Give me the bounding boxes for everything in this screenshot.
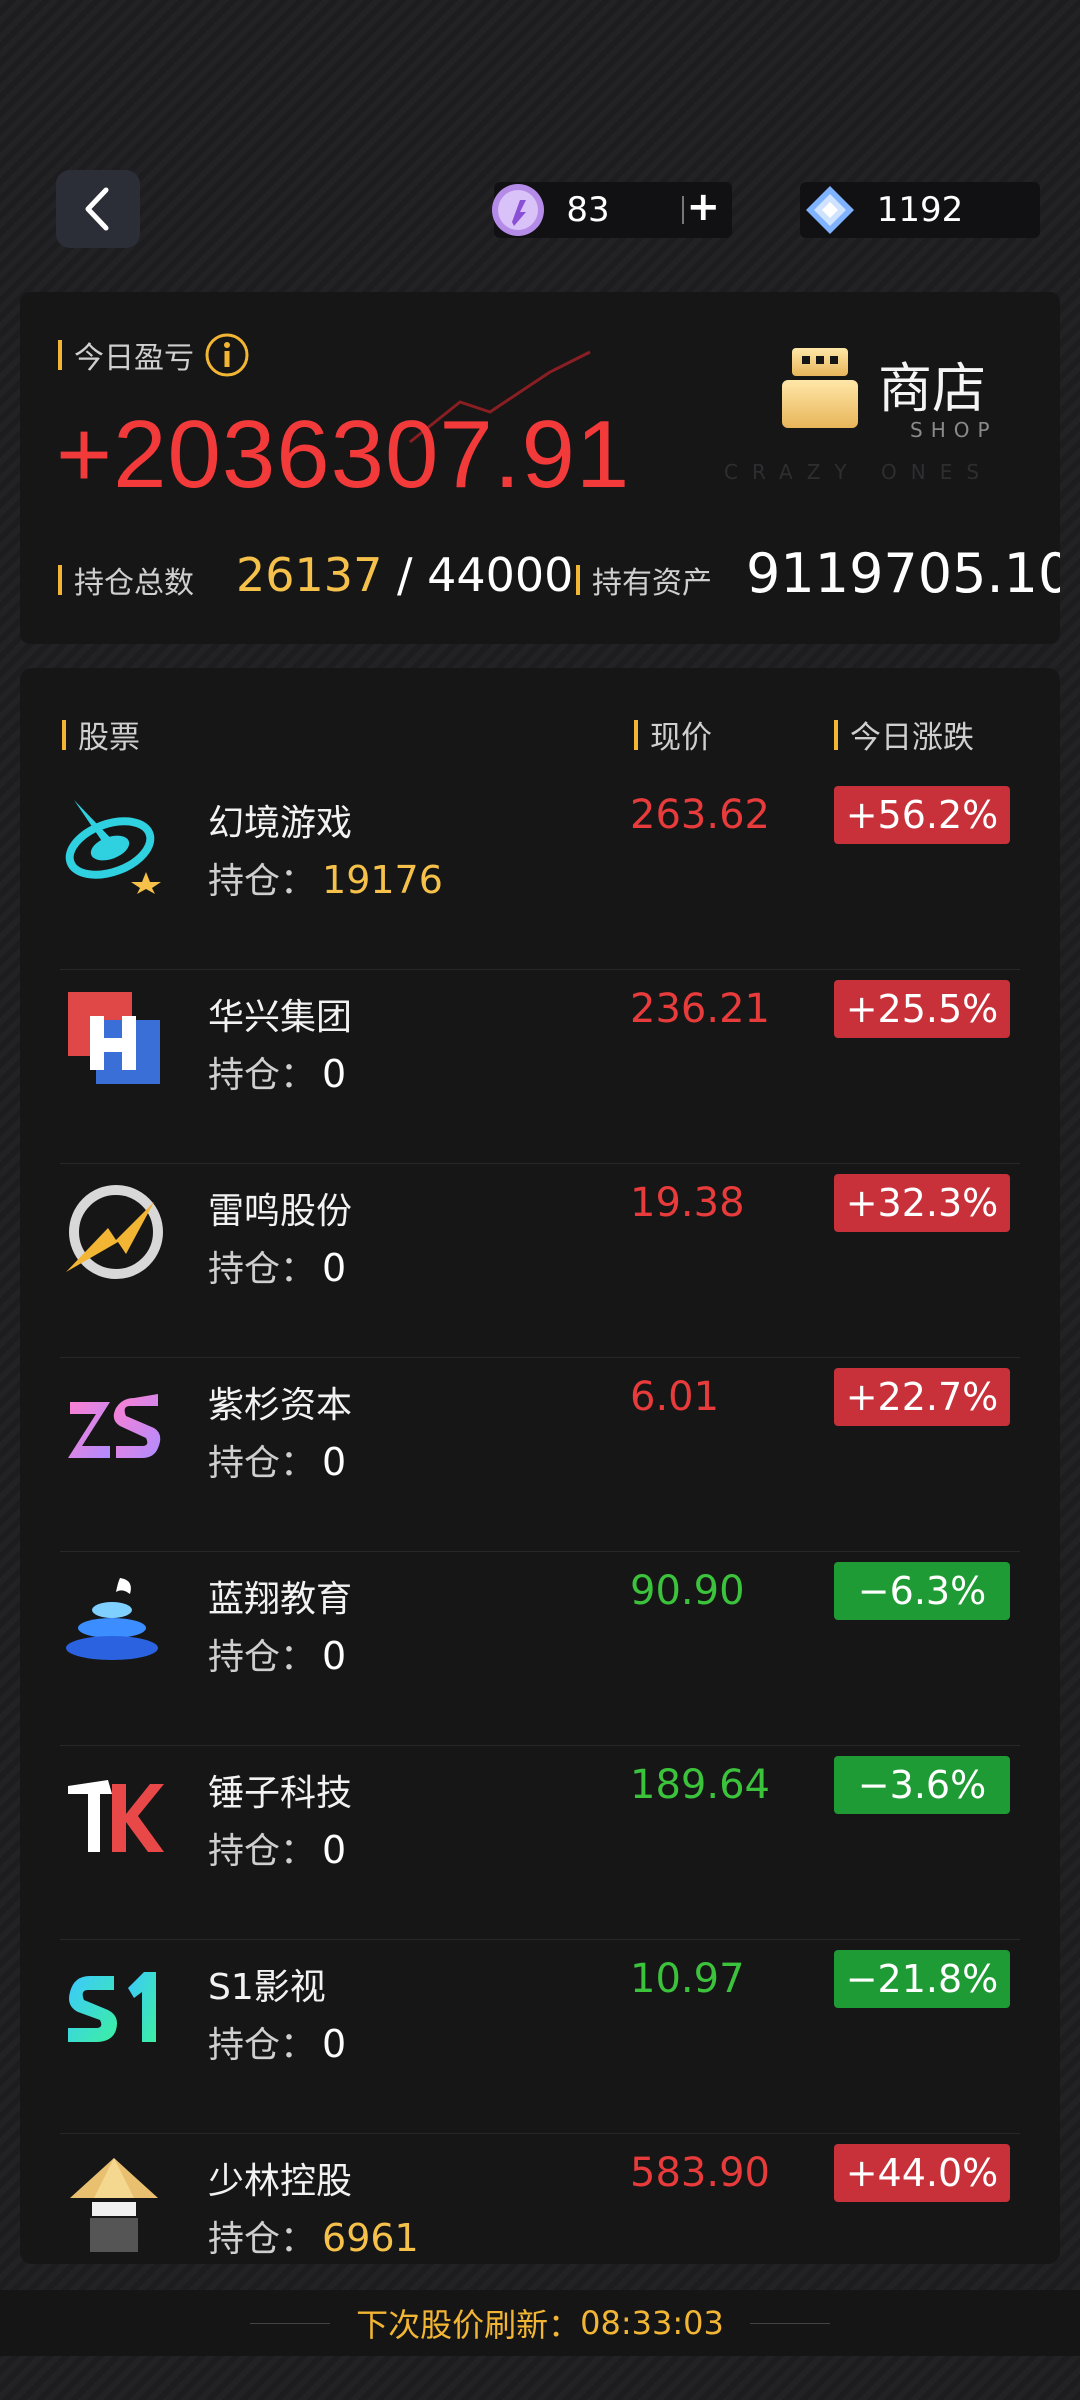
stock-list[interactable]: 股票 现价 今日涨跌 幻境游戏 持仓： 19176 263.62 +56.2% 华… bbox=[20, 668, 1060, 2264]
stock-price: 583.90 bbox=[630, 2150, 770, 2196]
header-change: 今日涨跌 bbox=[834, 712, 974, 757]
divider bbox=[682, 196, 684, 224]
shop-subtitle: SHOP bbox=[910, 418, 998, 442]
watermark: CRAZY ONES bbox=[724, 460, 994, 484]
stock-name: 紫杉资本 bbox=[208, 1385, 353, 1426]
stock-holding: 持仓： 19176 bbox=[208, 858, 443, 902]
energy-counter: 83 + bbox=[492, 182, 732, 238]
stock-holding: 持仓： 0 bbox=[208, 1828, 347, 1872]
shop-icon bbox=[782, 348, 858, 428]
stock-holding: 持仓： 0 bbox=[208, 1052, 347, 1096]
change-badge: −3.6% bbox=[834, 1756, 1010, 1814]
stock-price: 263.62 bbox=[630, 792, 770, 838]
refresh-label: 下次股价刷新： bbox=[356, 2306, 581, 2344]
stock-name: 少林控股 bbox=[208, 2161, 353, 2202]
info-icon[interactable] bbox=[204, 332, 250, 378]
hx-logo-icon bbox=[68, 992, 160, 1084]
stock-name: 华兴集团 bbox=[208, 997, 353, 1038]
summary-card: 今日盈亏 +2036307.91 商店 SHOP CRAZY ONES 持仓总数… bbox=[20, 292, 1060, 644]
holding-value: 26137 / 44000 bbox=[236, 548, 573, 602]
assets-value: 9119705.10 bbox=[746, 542, 1060, 605]
stock-name: 幻境游戏 bbox=[208, 803, 353, 844]
holding-label-row: 持仓总数 bbox=[58, 558, 194, 602]
gem-counter: 1192 bbox=[800, 182, 1040, 238]
hammer-logo-icon bbox=[68, 1780, 164, 1852]
change-badge: +25.5% bbox=[834, 980, 1010, 1038]
pnl-value: +2036307.91 bbox=[56, 401, 631, 508]
stock-price: 189.64 bbox=[630, 1762, 770, 1808]
stock-holding: 持仓： 0 bbox=[208, 1440, 347, 1484]
back-button[interactable] bbox=[56, 170, 140, 248]
stock-price: 236.21 bbox=[630, 986, 770, 1032]
assets-label: 持有资产 bbox=[592, 566, 712, 601]
header-stock: 股票 bbox=[62, 712, 140, 757]
change-badge: +56.2% bbox=[834, 786, 1010, 844]
gem-value: 1192 bbox=[876, 190, 964, 230]
stock-name: 锤子科技 bbox=[208, 1773, 353, 1814]
stock-row[interactable]: 幻境游戏 持仓： 19176 263.62 +56.2% bbox=[20, 776, 1060, 970]
energy-value: 83 bbox=[566, 190, 610, 230]
stock-row[interactable]: 锤子科技 持仓： 0 189.64 −3.6% bbox=[20, 1746, 1060, 1940]
zs-logo-icon bbox=[68, 1394, 161, 1458]
stock-price: 90.90 bbox=[630, 1568, 745, 1614]
stock-row[interactable]: 雷鸣股份 持仓： 0 19.38 +32.3% bbox=[20, 1164, 1060, 1358]
change-badge: +22.7% bbox=[834, 1368, 1010, 1426]
stock-holding: 持仓： 0 bbox=[208, 1246, 347, 1290]
change-badge: −6.3% bbox=[834, 1562, 1010, 1620]
stock-row[interactable]: 华兴集团 持仓： 0 236.21 +25.5% bbox=[20, 970, 1060, 1164]
holding-label: 持仓总数 bbox=[74, 566, 194, 601]
stack-logo-icon bbox=[66, 1578, 158, 1660]
stock-name: 蓝翔教育 bbox=[208, 1579, 353, 1620]
s1-logo-icon bbox=[68, 1972, 156, 2042]
stock-row[interactable]: S1影视 持仓： 0 10.97 −21.8% bbox=[20, 1940, 1060, 2134]
stock-row[interactable]: 紫杉资本 持仓： 0 6.01 +22.7% bbox=[20, 1358, 1060, 1552]
lightning-icon bbox=[66, 1185, 163, 1279]
stock-price: 6.01 bbox=[630, 1374, 720, 1420]
header-price: 现价 bbox=[634, 712, 712, 757]
monk-hat-icon bbox=[70, 2158, 158, 2252]
stock-holding: 持仓： 0 bbox=[208, 1634, 347, 1678]
stock-row[interactable]: 蓝翔教育 持仓： 0 90.90 −6.3% bbox=[20, 1552, 1060, 1746]
change-badge: +32.3% bbox=[834, 1174, 1010, 1232]
portal-icon bbox=[65, 800, 161, 894]
stock-price: 10.97 bbox=[630, 1956, 745, 2002]
stock-holding: 持仓： 0 bbox=[208, 2022, 347, 2066]
add-energy-button[interactable]: + bbox=[686, 184, 720, 230]
holding-separator: / bbox=[382, 548, 428, 602]
pnl-label: 今日盈亏 bbox=[74, 341, 194, 376]
refresh-timer: 08:33:03 bbox=[580, 2304, 724, 2342]
stock-row[interactable]: 少林控股 持仓： 6961 583.90 +44.0% bbox=[20, 2134, 1060, 2264]
change-badge: +44.0% bbox=[834, 2144, 1010, 2202]
holding-max: 44000 bbox=[427, 548, 574, 602]
holding-current: 26137 bbox=[236, 548, 383, 602]
change-badge: −21.8% bbox=[834, 1950, 1010, 2008]
refresh-footer: 下次股价刷新： 08:33:03 bbox=[0, 2290, 1080, 2356]
stock-price: 19.38 bbox=[630, 1180, 745, 1226]
assets-label-row: 持有资产 bbox=[576, 558, 712, 602]
stock-name: 雷鸣股份 bbox=[208, 1191, 353, 1232]
stock-name: S1影视 bbox=[208, 1967, 326, 2008]
chevron-left-icon bbox=[85, 187, 109, 231]
shop-button[interactable]: 商店 SHOP bbox=[760, 332, 1020, 452]
shop-title: 商店 bbox=[878, 357, 986, 420]
stock-holding: 持仓： 6961 bbox=[208, 2216, 419, 2260]
pnl-label-row: 今日盈亏 bbox=[58, 332, 250, 378]
